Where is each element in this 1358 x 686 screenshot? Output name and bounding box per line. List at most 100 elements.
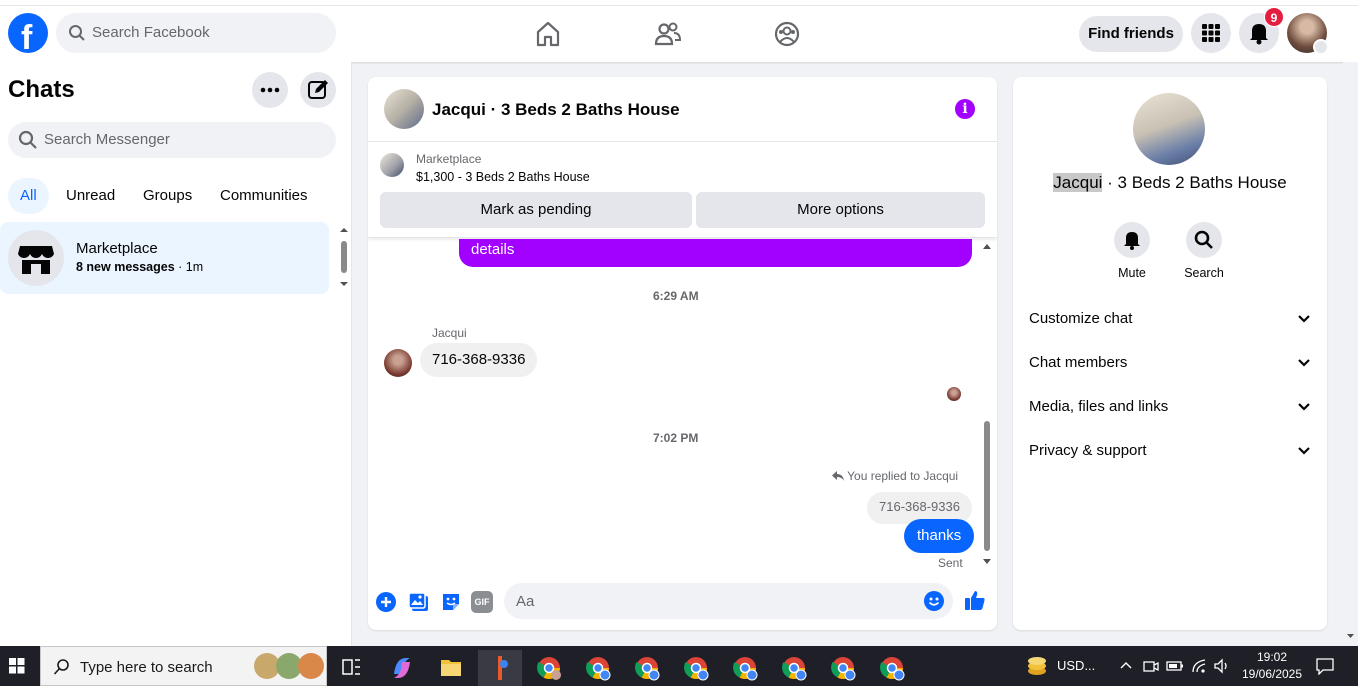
- info-icon[interactable]: i: [955, 99, 975, 119]
- taskbar-clock[interactable]: 19:02 19/06/2025: [1240, 649, 1304, 683]
- filter-all[interactable]: All: [8, 178, 49, 214]
- message-input[interactable]: Aa: [504, 583, 953, 619]
- search-facebook-placeholder: Search Facebook: [92, 24, 210, 41]
- new-message-button[interactable]: [300, 72, 336, 108]
- wifi-icon[interactable]: [1191, 658, 1209, 674]
- chats-title: Chats: [8, 76, 75, 103]
- chat-preview: 8 new messages · 1m: [76, 260, 203, 274]
- taskbar-search-placeholder: Type here to search: [80, 659, 213, 676]
- conversation-title[interactable]: Jacqui · 3 Beds 2 Baths House: [432, 100, 680, 120]
- account-chevron-down-icon: [1313, 39, 1329, 55]
- chat-preview-new-messages: 8 new messages: [76, 260, 175, 274]
- copilot-icon[interactable]: [380, 650, 424, 686]
- mute-button[interactable]: Mute: [1102, 222, 1162, 280]
- conversation-avatar[interactable]: [384, 89, 424, 129]
- search-facebook-input[interactable]: Search Facebook: [56, 13, 336, 53]
- sender-avatar[interactable]: [384, 349, 412, 377]
- friends-icon[interactable]: [653, 19, 683, 49]
- section-customize-chat[interactable]: Customize chat: [1029, 297, 1311, 341]
- chevron-down-icon: [1298, 447, 1310, 455]
- chrome-icon[interactable]: [527, 650, 571, 686]
- reply-indicator-text: You replied to Jacqui: [847, 469, 959, 483]
- photo-icon[interactable]: [408, 591, 430, 613]
- message-bubble-outgoing-partial[interactable]: details: [459, 239, 972, 267]
- meet-now-icon[interactable]: [1143, 658, 1159, 674]
- sticker-icon[interactable]: [440, 591, 462, 613]
- chevron-up-icon[interactable]: [1120, 660, 1132, 670]
- conversation-header: Jacqui · 3 Beds 2 Baths House i: [368, 77, 997, 142]
- home-icon[interactable]: [533, 19, 563, 49]
- pinned-app-icon[interactable]: [478, 650, 522, 686]
- chats-options-button[interactable]: [252, 72, 288, 108]
- compose-icon: [308, 80, 328, 99]
- sidebar-scrollbar[interactable]: [338, 226, 350, 286]
- windows-start-icon[interactable]: [9, 658, 25, 674]
- section-chat-members[interactable]: Chat members: [1029, 341, 1311, 385]
- message-status: Sent: [938, 556, 963, 570]
- thumbs-up-icon[interactable]: [963, 588, 987, 612]
- currency-widget-icon[interactable]: [1026, 656, 1048, 676]
- reply-indicator: You replied to Jacqui: [832, 469, 958, 483]
- message-bubble-incoming[interactable]: 716-368-9336: [420, 343, 538, 377]
- message-bubble-outgoing[interactable]: thanks: [904, 519, 975, 553]
- notification-center-icon[interactable]: [1316, 658, 1334, 675]
- chrome-profile-icon[interactable]: [576, 650, 620, 686]
- menu-button[interactable]: [1191, 13, 1231, 53]
- message-composer: GIF Aa: [368, 577, 997, 630]
- find-friends-button[interactable]: Find friends: [1079, 16, 1183, 52]
- chrome-profile-icon[interactable]: [772, 650, 816, 686]
- add-attachment-icon[interactable]: [375, 591, 397, 613]
- section-privacy-support-label: Privacy & support: [1029, 442, 1147, 459]
- facebook-logo[interactable]: f: [8, 13, 48, 57]
- listing-thumbnail: [380, 153, 404, 177]
- mute-label: Mute: [1118, 266, 1146, 280]
- chrome-profile-icon[interactable]: [870, 650, 914, 686]
- task-view-icon[interactable]: [329, 650, 373, 686]
- bell-icon: [1124, 232, 1140, 250]
- listing-avatar[interactable]: [1133, 93, 1205, 165]
- filter-groups[interactable]: Groups: [131, 178, 204, 214]
- notification-count-badge: 9: [1264, 7, 1284, 27]
- conversation-details-panel: Jacqui · 3 Beds 2 Baths House Mute Searc…: [1013, 77, 1327, 630]
- filter-communities[interactable]: Communities: [208, 178, 320, 214]
- reply-icon: [832, 471, 844, 481]
- clock-date: 19/06/2025: [1241, 667, 1303, 681]
- file-explorer-icon[interactable]: [429, 650, 473, 686]
- section-media-files-links[interactable]: Media, files and links: [1029, 385, 1311, 429]
- chrome-profile-icon[interactable]: [723, 650, 767, 686]
- details-title: Jacqui · 3 Beds 2 Baths House: [1013, 173, 1327, 193]
- chrome-profile-icon[interactable]: [821, 650, 865, 686]
- chrome-profile-icon[interactable]: [625, 650, 669, 686]
- listing-title[interactable]: $1,300 - 3 Beds 2 Baths House: [416, 170, 590, 184]
- timestamp: 6:29 AM: [653, 289, 699, 303]
- account-avatar[interactable]: [1287, 13, 1329, 55]
- facebook-logo-letter: f: [21, 19, 33, 57]
- mark-as-pending-button[interactable]: Mark as pending: [380, 192, 692, 228]
- filter-unread[interactable]: Unread: [54, 178, 127, 214]
- groups-icon[interactable]: [772, 19, 802, 49]
- thread-scrollbar[interactable]: [980, 239, 994, 569]
- currency-widget-text[interactable]: USD...: [1057, 658, 1095, 673]
- clock-time: 19:02: [1256, 650, 1288, 664]
- search-highlight-image: [254, 653, 324, 679]
- volume-icon[interactable]: [1213, 658, 1231, 674]
- grid-menu-icon: [1202, 24, 1220, 42]
- chat-list-item[interactable]: Marketplace 8 new messages · 1m: [0, 222, 329, 294]
- gif-icon[interactable]: GIF: [471, 591, 493, 613]
- search-messenger-input[interactable]: Search Messenger: [8, 122, 336, 158]
- chrome-profile-icon[interactable]: [674, 650, 718, 686]
- search-icon: [53, 659, 69, 675]
- search-icon: [69, 25, 85, 41]
- more-options-button[interactable]: More options: [696, 192, 985, 228]
- search-label: Search: [1184, 266, 1224, 280]
- emoji-icon[interactable]: [924, 591, 944, 611]
- search-icon: [18, 130, 37, 149]
- battery-icon[interactable]: [1166, 659, 1184, 673]
- details-title-rest: · 3 Beds 2 Baths House: [1102, 173, 1287, 192]
- section-privacy-support[interactable]: Privacy & support: [1029, 429, 1311, 473]
- marketplace-store-icon: [18, 246, 54, 274]
- taskbar-search-box[interactable]: Type here to search: [40, 646, 327, 686]
- page-scrollbar[interactable]: [1343, 62, 1358, 646]
- search-conversation-button[interactable]: Search: [1174, 222, 1234, 280]
- chat-avatar: [8, 230, 64, 286]
